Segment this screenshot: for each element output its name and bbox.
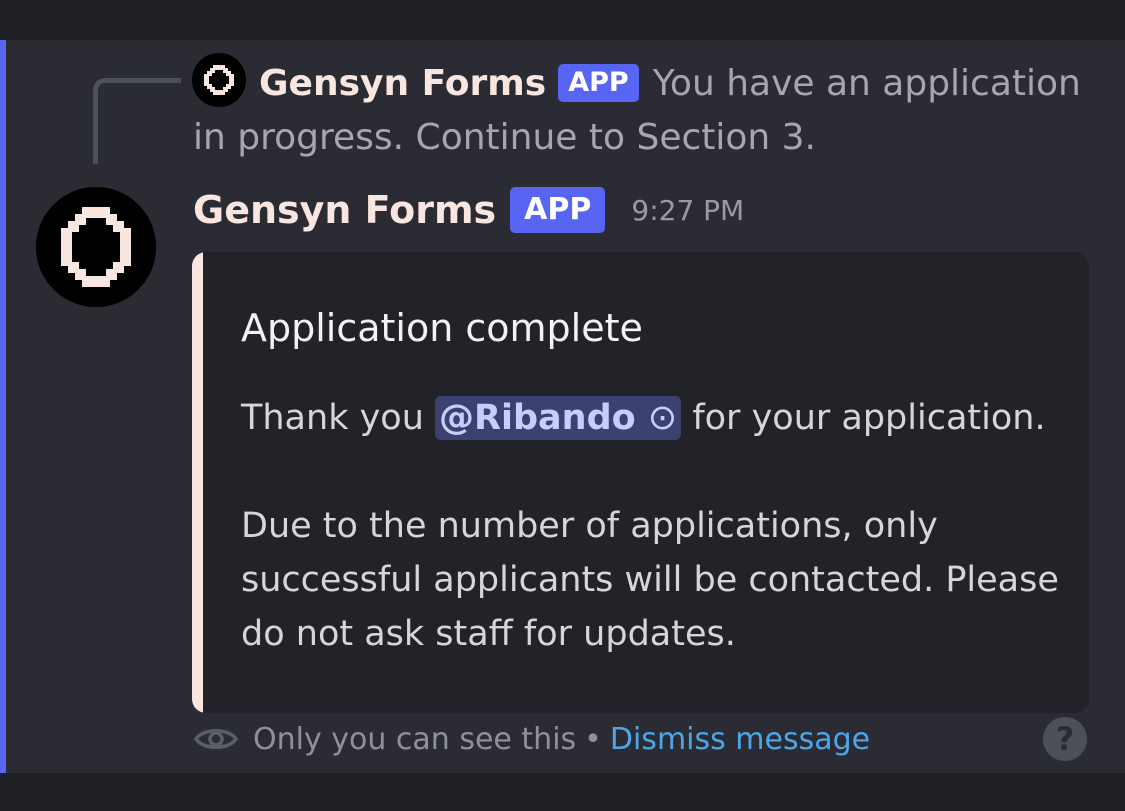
- reply-preview[interactable]: Gensyn Forms APP You have an application i…: [193, 57, 1093, 165]
- embed-color-border: [192, 252, 203, 713]
- highlight-accent-bar: [0, 40, 6, 773]
- gensyn-logo-icon: [36, 187, 156, 307]
- message-header: Gensyn Forms APP 9:27 PM: [193, 182, 744, 238]
- visibility-text: Only you can see this: [253, 721, 577, 757]
- embed-description: Thank you @Ribando ⊙ for your applicatio…: [241, 391, 1071, 661]
- top-band: [0, 0, 1125, 40]
- mention-name: @Ribando: [439, 398, 636, 438]
- separator-dot: •: [584, 721, 602, 757]
- message-timestamp[interactable]: 9:27 PM: [631, 194, 744, 227]
- embed-line-thanks: Thank you @Ribando ⊙ for your applicatio…: [241, 391, 1071, 445]
- bottom-band: [0, 773, 1125, 811]
- ephemeral-footer: Only you can see this • Dismiss message: [193, 717, 870, 761]
- embed-text-after-mention: for your application.: [681, 398, 1046, 438]
- dismiss-message-link[interactable]: Dismiss message: [610, 722, 870, 757]
- message-username[interactable]: Gensyn Forms: [193, 188, 496, 232]
- embed-title: Application complete: [241, 306, 643, 350]
- message-app-badge: APP: [510, 187, 606, 233]
- message-avatar[interactable]: [36, 187, 156, 307]
- reply-username[interactable]: Gensyn Forms: [259, 63, 546, 104]
- user-mention[interactable]: @Ribando ⊙: [435, 396, 682, 440]
- message-embed: Application complete Thank you @Ribando …: [192, 252, 1089, 713]
- embed-paragraph-notice: Due to the number of applications, only …: [241, 506, 1059, 654]
- reply-app-badge: APP: [558, 64, 639, 102]
- eye-icon: [193, 724, 239, 754]
- embed-text-before-mention: Thank you: [241, 398, 436, 438]
- reply-connector: [93, 78, 181, 164]
- mention-status-icon: ⊙: [647, 398, 678, 438]
- help-icon[interactable]: ?: [1043, 717, 1087, 761]
